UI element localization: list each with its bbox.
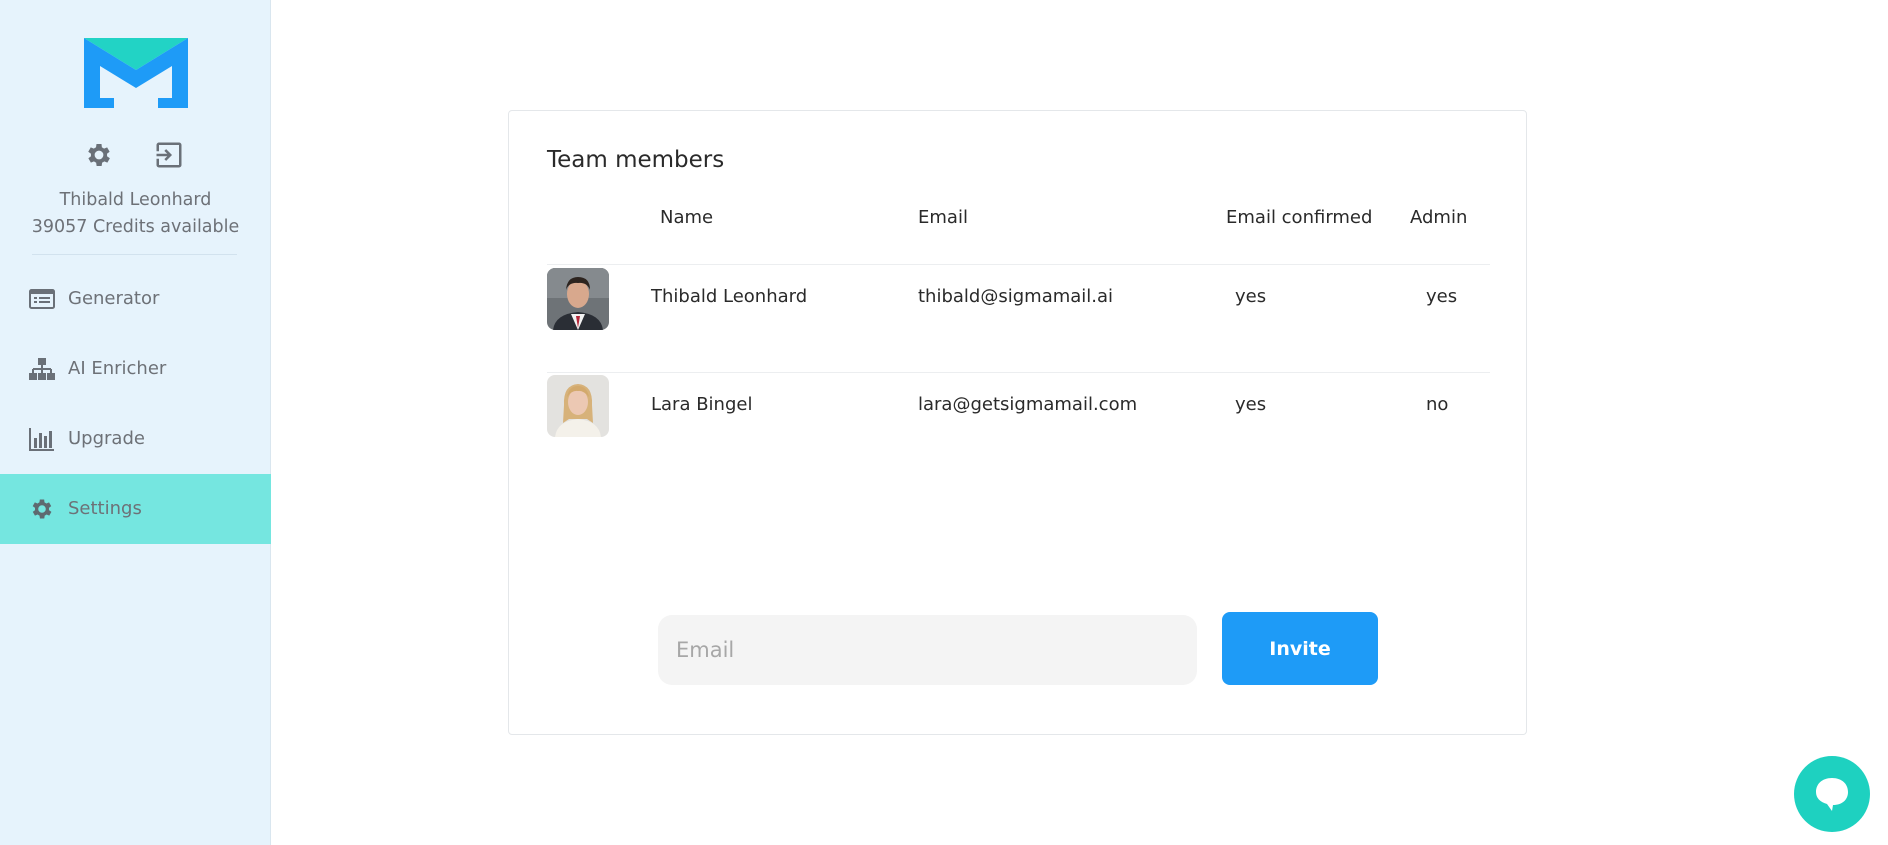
member-admin: no: [1426, 394, 1449, 415]
column-header-email: Email: [918, 207, 968, 228]
sidebar-item-settings[interactable]: Settings: [0, 474, 271, 544]
column-header-admin: Admin: [1410, 207, 1468, 228]
hierarchy-icon: [29, 358, 55, 380]
row-divider: [547, 372, 1490, 373]
chat-button[interactable]: [1794, 756, 1870, 832]
sidebar-item-label: AI Enricher: [68, 358, 167, 379]
sidebar-item-label: Generator: [68, 288, 160, 309]
sidebar-top-icons: [84, 140, 194, 170]
gear-icon[interactable]: [84, 140, 114, 170]
logo: [84, 38, 188, 108]
member-name: Lara Bingel: [651, 394, 753, 415]
column-header-name: Name: [660, 207, 714, 228]
sidebar-item-upgrade[interactable]: Upgrade: [0, 404, 271, 474]
generator-icon: [29, 289, 55, 309]
gear-icon: [32, 499, 52, 519]
avatar: [547, 268, 609, 330]
chat-bubble-icon: [1816, 778, 1848, 811]
member-name: Thibald Leonhard: [651, 286, 808, 307]
sidebar-divider: [32, 254, 237, 255]
member-admin: yes: [1426, 286, 1458, 307]
column-header-email-confirmed: Email confirmed: [1226, 207, 1373, 228]
user-name: Thibald Leonhard: [59, 190, 212, 210]
bar-chart-icon: [29, 428, 54, 451]
team-members-card: Team members Name Email Email confirmed …: [508, 110, 1527, 735]
card-title: Team members: [547, 147, 725, 173]
sidebar: Thibald Leonhard 39057 Credits available…: [0, 0, 271, 845]
logout-icon[interactable]: [154, 140, 184, 170]
sidebar-item-generator[interactable]: Generator: [0, 264, 271, 334]
credits-available: 39057 Credits available: [31, 217, 240, 237]
member-email-confirmed: yes: [1235, 286, 1267, 307]
row-divider: [547, 264, 1490, 265]
sidebar-item-ai-enricher[interactable]: AI Enricher: [0, 334, 271, 404]
invite-email-input[interactable]: [658, 615, 1197, 685]
member-email-confirmed: yes: [1235, 394, 1267, 415]
member-email: thibald@sigmamail.ai: [918, 286, 1114, 307]
member-email: lara@getsigmamail.com: [918, 394, 1138, 415]
invite-button[interactable]: Invite: [1222, 612, 1378, 685]
sidebar-item-label: Settings: [68, 498, 142, 519]
avatar: [547, 375, 609, 437]
sidebar-item-label: Upgrade: [68, 428, 145, 449]
